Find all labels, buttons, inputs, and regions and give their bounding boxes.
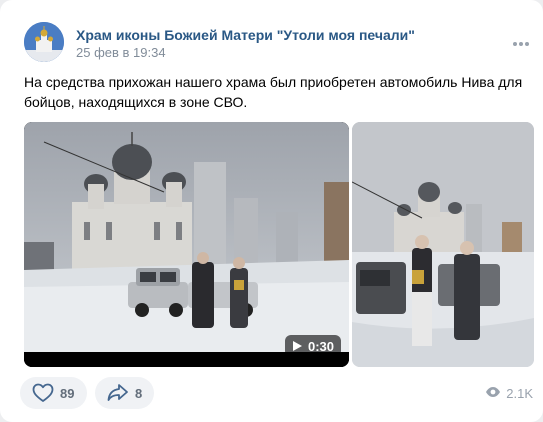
photo-attachment[interactable] — [352, 122, 534, 367]
views-counter: 2.1K — [485, 386, 533, 401]
share-button[interactable]: 8 — [95, 377, 154, 409]
like-count: 89 — [60, 385, 75, 401]
video-duration: 0:30 — [284, 335, 341, 357]
heart-icon — [32, 383, 54, 403]
play-icon — [292, 341, 302, 351]
video-attachment[interactable]: 0:30 — [24, 122, 349, 367]
video-thumbnail — [24, 122, 349, 367]
photo-thumbnail — [352, 122, 534, 367]
post-text: На средства прихожан нашего храма был пр… — [24, 74, 523, 110]
more-horizontal-icon[interactable] — [510, 34, 532, 54]
video-duration-label: 0:30 — [307, 338, 334, 354]
like-button[interactable]: 89 — [20, 377, 87, 409]
avatar[interactable] — [24, 22, 64, 62]
post-timestamp[interactable]: 25 фев в 19:34 — [76, 45, 166, 60]
view-count: 2.1K — [506, 386, 533, 401]
post-author[interactable]: Храм иконы Божией Матери "Утоли моя печа… — [76, 27, 415, 43]
share-arrow-icon — [107, 383, 129, 403]
church-logo — [24, 22, 64, 62]
post-card: Храм иконы Божией Матери "Утоли моя печа… — [0, 0, 543, 422]
share-count: 8 — [135, 385, 143, 401]
eye-icon — [485, 386, 501, 401]
